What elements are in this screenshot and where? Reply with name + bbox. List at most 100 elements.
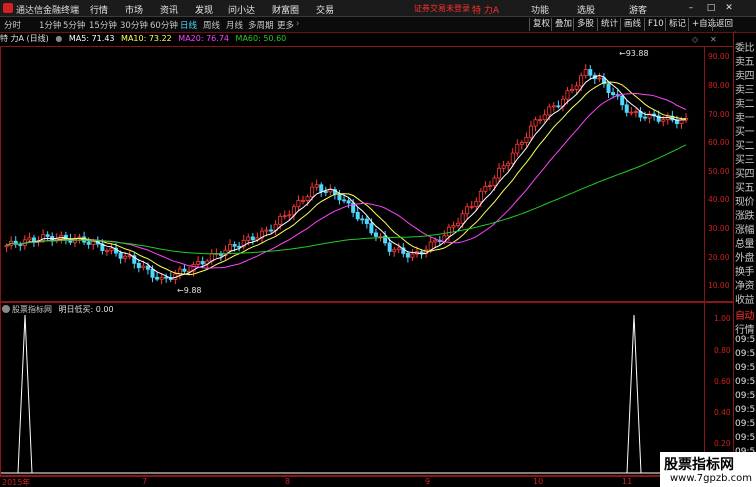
- quote-sidebar: 委比 卖五 卖四 卖三 卖二 卖一 买一 买二 买三 买四 买五 现价 涨跌 涨…: [733, 33, 756, 487]
- minimize-icon[interactable]: –: [684, 2, 698, 14]
- period-1min[interactable]: 1分钟: [39, 19, 61, 31]
- sb-buy2: 买二: [735, 141, 755, 152]
- login-notice[interactable]: 证券交易未登录: [414, 3, 470, 14]
- period-weekly[interactable]: 周线: [203, 19, 220, 31]
- btn-back[interactable]: 返回: [712, 18, 733, 31]
- candle-body: [4, 245, 9, 248]
- candle-body: [141, 265, 146, 269]
- period-multi[interactable]: 多周期: [248, 19, 274, 31]
- menu-bar: 通达信金融终端 行情 市场 资讯 发现 问小达 财富圈 交易 证券交易未登录 特…: [0, 0, 756, 17]
- chart-stock-label: 特 力A (日线): [0, 34, 49, 43]
- sb-change-pct: 涨幅: [735, 225, 755, 236]
- menu-xuangu[interactable]: 选股: [577, 3, 595, 16]
- candle-body: [159, 276, 164, 280]
- chevron-right-icon[interactable]: ›: [296, 19, 299, 29]
- candle-body: [319, 184, 324, 192]
- menu-faxian[interactable]: 发现: [195, 3, 213, 16]
- candle-body: [91, 241, 96, 245]
- candle-body: [661, 119, 666, 122]
- menu-shichang[interactable]: 市场: [125, 3, 143, 16]
- candle-body: [456, 222, 461, 226]
- candle-body: [264, 229, 269, 232]
- sub-tick: 0.60: [714, 377, 731, 386]
- sb-sell3: 卖三: [735, 85, 755, 96]
- btn-duogu[interactable]: 多股: [573, 18, 594, 31]
- candle-body: [533, 119, 538, 127]
- candle-body: [611, 92, 616, 96]
- btn-diejia[interactable]: 叠加: [551, 18, 572, 31]
- price-panel[interactable]: ←93.88 ←9.88: [0, 46, 734, 302]
- candle-body: [433, 239, 438, 243]
- sb-turnover: 换手: [735, 267, 755, 278]
- btn-huaxian[interactable]: 画线: [620, 18, 641, 31]
- menu-zixun[interactable]: 资讯: [160, 3, 178, 16]
- candle-body: [323, 191, 328, 193]
- period-5min[interactable]: 5分钟: [63, 19, 85, 31]
- tick-time: 09:53: [735, 433, 756, 443]
- maximize-icon[interactable]: □: [704, 2, 718, 14]
- candle-body: [127, 255, 132, 258]
- period-monthly[interactable]: 月线: [226, 19, 243, 31]
- sub-indicator-chart[interactable]: [1, 303, 705, 475]
- btn-f10[interactable]: F10: [644, 18, 664, 31]
- sub-tick: 0.80: [714, 346, 731, 355]
- btn-biaoji[interactable]: 标记: [665, 18, 686, 31]
- app-logo-icon: [3, 3, 13, 13]
- price-tick: 60.00: [708, 138, 730, 147]
- tick-time: 09:51: [735, 335, 756, 345]
- candle-body: [643, 116, 647, 119]
- watermark-title: 股票指标网: [664, 457, 734, 473]
- period-60min[interactable]: 60分钟: [150, 19, 178, 31]
- candle-body: [287, 214, 292, 217]
- period-30min[interactable]: 30分钟: [120, 19, 148, 31]
- menu-hangqing[interactable]: 行情: [90, 3, 108, 16]
- sub-tick: 0.40: [714, 408, 731, 417]
- candle-body: [510, 152, 515, 164]
- sb-sell2: 卖二: [735, 99, 755, 110]
- sb-tab-auto[interactable]: 自动: [735, 307, 755, 322]
- candle-body: [300, 200, 305, 202]
- candle-body: [446, 226, 451, 237]
- price-tick: 80.00: [708, 81, 730, 90]
- candle-body: [269, 229, 274, 232]
- watermark: 股票指标网 www.7gpzb.com: [660, 452, 756, 487]
- candle-body: [497, 167, 502, 179]
- candle-body: [278, 215, 283, 225]
- candle-body: [118, 252, 123, 259]
- candle-body: [633, 111, 638, 113]
- signal-spike: [626, 314, 642, 474]
- panel-close-icon[interactable]: ✕: [710, 35, 717, 44]
- sb-sell5: 卖五: [735, 57, 755, 68]
- period-15min[interactable]: 15分钟: [89, 19, 117, 31]
- candle-body: [547, 106, 552, 116]
- candle-body: [483, 186, 488, 192]
- candle-body: [282, 215, 287, 218]
- candle-body: [419, 251, 424, 254]
- candlestick-chart[interactable]: ←93.88 ←9.88: [1, 47, 705, 301]
- menu-jiaoyi[interactable]: 交易: [316, 3, 334, 16]
- period-daily[interactable]: 日线: [180, 19, 197, 31]
- panel-option-icon[interactable]: ◇: [692, 35, 698, 44]
- candle-body: [556, 105, 561, 108]
- sb-tab-quote[interactable]: 行情: [735, 321, 755, 336]
- date-label: 9: [425, 477, 431, 486]
- period-fenshi[interactable]: 分时: [4, 19, 21, 31]
- menu-guest[interactable]: 游客: [629, 3, 647, 16]
- btn-fuquan[interactable]: 复权: [529, 18, 550, 31]
- candle-body: [369, 223, 374, 234]
- candle-body: [364, 218, 369, 224]
- candle-body: [515, 143, 520, 154]
- menu-gongneng[interactable]: 功能: [531, 3, 549, 16]
- close-icon[interactable]: ✕: [722, 2, 736, 14]
- settings-dot-icon[interactable]: ●: [55, 34, 62, 43]
- menu-wenxiaoda[interactable]: 问小达: [228, 3, 255, 16]
- candle-body: [551, 105, 556, 108]
- sub-indicator-panel[interactable]: [0, 302, 734, 476]
- period-more[interactable]: 更多: [277, 19, 294, 31]
- candle-body: [629, 111, 634, 114]
- btn-tongji[interactable]: 统计: [597, 18, 618, 31]
- menu-caifuquan[interactable]: 财富圈: [272, 3, 299, 16]
- price-tick: 50.00: [708, 167, 730, 176]
- candle-body: [524, 136, 529, 143]
- candle-body: [501, 165, 506, 169]
